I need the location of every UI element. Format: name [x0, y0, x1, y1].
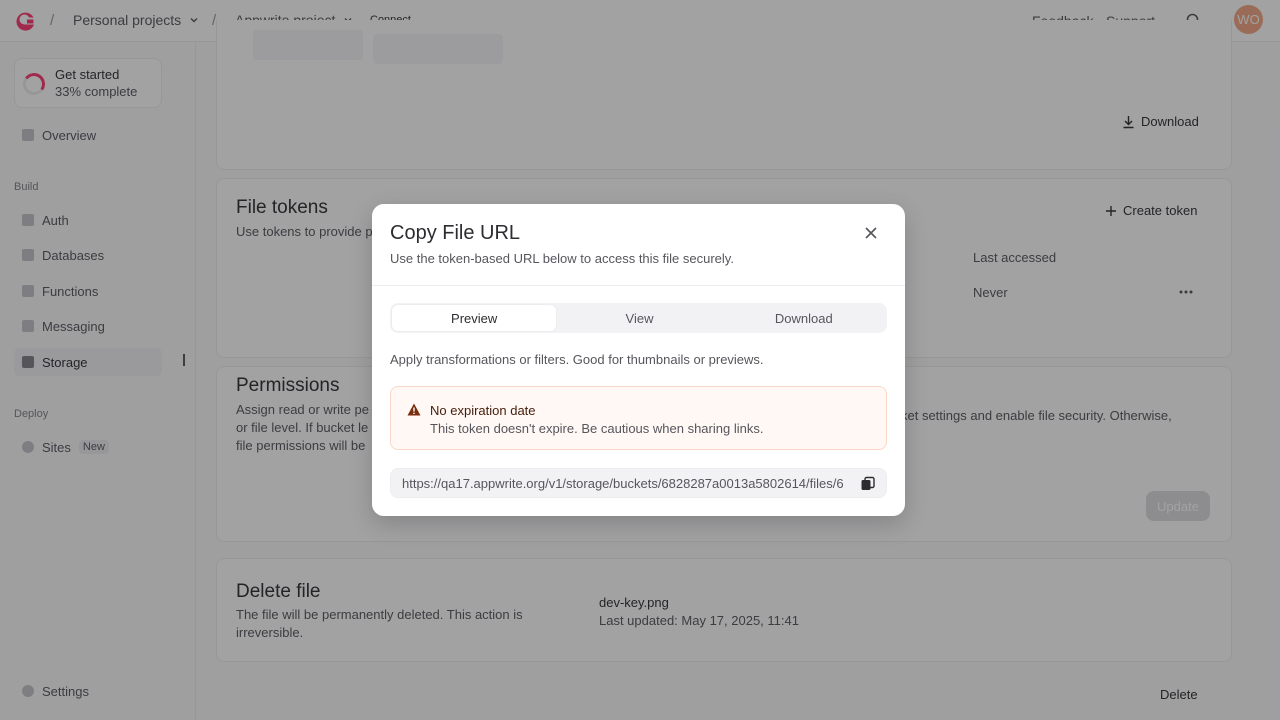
tab-download[interactable]: Download [722, 304, 886, 332]
modal-subtitle: Use the token-based URL below to access … [390, 251, 734, 266]
modal-title: Copy File URL [390, 222, 521, 244]
warning-icon [407, 403, 421, 416]
copy-icon[interactable] [860, 476, 876, 492]
tab-view[interactable]: View [557, 304, 721, 332]
tab-preview[interactable]: Preview [391, 304, 558, 332]
alert-text: This token doesn't expire. Be cautious w… [430, 421, 764, 436]
file-url-field[interactable]: https://qa17.appwrite.org/v1/storage/buc… [390, 468, 887, 498]
alert-title: No expiration date [430, 403, 536, 418]
close-icon[interactable] [862, 224, 880, 242]
copy-file-url-modal: Copy File URL Use the token-based URL be… [372, 204, 905, 516]
tab-description: Apply transformations or filters. Good f… [390, 352, 764, 367]
url-type-tabs: Preview View Download [390, 303, 887, 333]
divider [372, 285, 905, 286]
warning-alert: No expiration date This token doesn't ex… [390, 386, 887, 450]
file-url-text[interactable]: https://qa17.appwrite.org/v1/storage/buc… [402, 476, 850, 491]
